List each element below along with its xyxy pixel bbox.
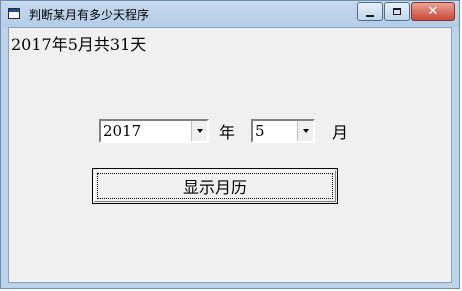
form-client-area: 2017年5月共31天 2017 年 5 月 显示月历 [8,27,452,283]
window-controls: ✕ [356,2,455,21]
minimize-icon [366,14,374,17]
app-window: 判断某月有多少天程序 ✕ 2017年5月共31天 2017 年 5 月 显示月历 [0,0,460,289]
year-select[interactable]: 2017 [99,119,209,143]
close-icon: ✕ [427,4,439,19]
chevron-down-icon [302,129,309,133]
month-unit-label: 月 [332,123,349,142]
result-label: 2017年5月共31天 [11,35,147,54]
app-window-icon[interactable] [8,8,20,19]
month-select-value: 5 [255,122,265,140]
show-calendar-button[interactable]: 显示月历 [92,168,338,204]
title-bar[interactable]: 判断某月有多少天程序 ✕ [1,1,459,27]
year-select-value: 2017 [103,122,142,140]
month-select[interactable]: 5 [251,119,315,143]
month-dropdown-button[interactable] [297,121,313,141]
maximize-icon [393,8,401,15]
chevron-down-icon [196,129,203,133]
window-title: 判断某月有多少天程序 [29,8,150,22]
show-calendar-button-label: 显示月历 [182,178,247,197]
close-button[interactable]: ✕ [411,2,455,21]
minimize-button[interactable] [357,2,383,21]
year-unit-label: 年 [219,123,236,142]
year-dropdown-button[interactable] [191,121,207,141]
maximize-button[interactable] [384,2,410,21]
